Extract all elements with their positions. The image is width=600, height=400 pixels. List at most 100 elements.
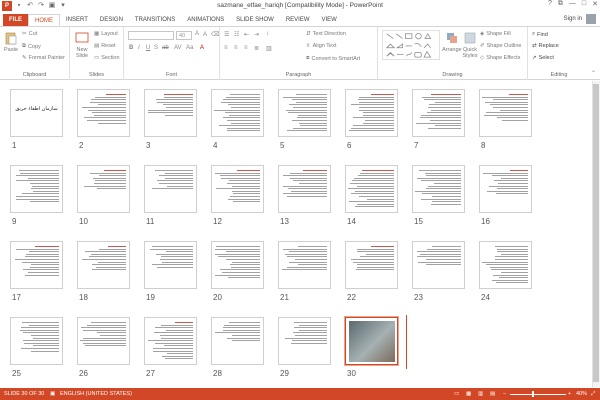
- grow-font-icon[interactable]: A: [195, 31, 199, 37]
- align-left-icon[interactable]: ≡: [224, 45, 228, 51]
- increase-indent-icon[interactable]: ⇥: [254, 31, 259, 38]
- columns-icon[interactable]: ▥: [266, 45, 272, 52]
- shrink-font-icon[interactable]: A: [203, 32, 207, 38]
- tab-insert[interactable]: INSERT: [60, 14, 94, 26]
- text-direction-button[interactable]: ⇵ Text Direction: [306, 31, 346, 37]
- tab-design[interactable]: DESIGN: [94, 14, 129, 26]
- strikethrough-icon[interactable]: ab: [162, 45, 169, 51]
- bold-icon[interactable]: B: [129, 45, 133, 51]
- slide-thumbnail-29[interactable]: [278, 317, 331, 365]
- slide-thumbnail-17[interactable]: [10, 241, 63, 289]
- slide-thumbnail-12[interactable]: [211, 165, 264, 213]
- slide-thumbnail-15[interactable]: [412, 165, 465, 213]
- fit-slide-icon[interactable]: ⤢: [591, 391, 595, 398]
- slide-thumbnail-18[interactable]: [77, 241, 130, 289]
- change-case-icon[interactable]: Aa: [186, 45, 193, 51]
- close-icon[interactable]: ✕: [592, 0, 598, 8]
- font-name-input[interactable]: [128, 31, 174, 40]
- zoom-level[interactable]: 40%: [576, 391, 587, 397]
- minimize-icon[interactable]: —: [569, 0, 576, 8]
- reading-view-icon[interactable]: ▥: [478, 391, 483, 397]
- slide-thumbnail-20[interactable]: [211, 241, 264, 289]
- maximize-icon[interactable]: □: [582, 0, 586, 8]
- slide-thumbnail-21[interactable]: [278, 241, 331, 289]
- line-spacing-icon[interactable]: ↕: [266, 31, 269, 37]
- slide-thumbnail-10[interactable]: [77, 165, 130, 213]
- layout-button[interactable]: ▦ Layout: [94, 31, 118, 37]
- cut-button[interactable]: ✂ Cut: [22, 31, 37, 37]
- slide-thumbnail-22[interactable]: [345, 241, 398, 289]
- reset-button[interactable]: ▤ Reset: [94, 43, 116, 49]
- decrease-indent-icon[interactable]: ⇤: [244, 31, 249, 38]
- slide-sorter-view-icon[interactable]: ▦: [466, 391, 471, 397]
- underline-icon[interactable]: U: [146, 45, 150, 51]
- help-icon[interactable]: ?: [548, 0, 552, 8]
- slide-thumbnail-11[interactable]: [144, 165, 197, 213]
- language-indicator[interactable]: ENGLISH (UNITED STATES): [60, 391, 132, 397]
- slide-thumbnail-5[interactable]: [278, 89, 331, 137]
- bullets-icon[interactable]: ☰: [224, 31, 229, 38]
- replace-button[interactable]: ⇄ Replace: [532, 43, 559, 49]
- slide-thumbnail-27[interactable]: [144, 317, 197, 365]
- font-size-input[interactable]: 40: [176, 31, 192, 40]
- format-painter-button[interactable]: ✎ Format Painter: [22, 55, 65, 61]
- slideshow-view-icon[interactable]: ▤: [490, 391, 495, 397]
- zoom-slider-thumb[interactable]: [532, 391, 535, 397]
- shape-outline-button[interactable]: ✐ Shape Outline: [480, 43, 521, 49]
- section-button[interactable]: ▭ Section: [94, 55, 120, 61]
- justify-icon[interactable]: ≣: [254, 45, 259, 52]
- slide-thumbnail-9[interactable]: [10, 165, 63, 213]
- shapes-gallery[interactable]: [382, 30, 440, 60]
- slide-thumbnail-3[interactable]: [144, 89, 197, 137]
- paste-button[interactable]: Paste: [4, 31, 18, 53]
- convert-smartart-button[interactable]: ⧈ Convert to SmartArt: [306, 55, 360, 62]
- slide-thumbnail-4[interactable]: [211, 89, 264, 137]
- slide-thumbnail-16[interactable]: [479, 165, 532, 213]
- copy-button[interactable]: ⧉ Copy: [22, 43, 41, 50]
- normal-view-icon[interactable]: ▭: [454, 391, 459, 397]
- collapse-ribbon-icon[interactable]: ⌃: [591, 70, 596, 77]
- zoom-in-icon[interactable]: +: [568, 391, 571, 397]
- slide-thumbnail-19[interactable]: [144, 241, 197, 289]
- find-button[interactable]: ⌕ Find: [532, 31, 548, 38]
- tab-review[interactable]: REVIEW: [280, 14, 316, 26]
- new-slide-button[interactable]: New Slide: [73, 31, 91, 59]
- zoom-out-icon[interactable]: −: [503, 391, 506, 397]
- font-color-icon[interactable]: A: [200, 45, 204, 51]
- char-spacing-icon[interactable]: AV: [174, 45, 182, 51]
- tab-home[interactable]: HOME: [28, 14, 60, 26]
- slide-thumbnail-13[interactable]: [278, 165, 331, 213]
- zoom-slider[interactable]: [510, 394, 566, 395]
- select-button[interactable]: ➚ Select: [532, 55, 554, 61]
- avatar[interactable]: [586, 14, 596, 24]
- spellcheck-icon[interactable]: ▣: [50, 391, 55, 397]
- slide-thumbnail-14[interactable]: [345, 165, 398, 213]
- slide-thumbnail-30[interactable]: [344, 316, 399, 366]
- slide-thumbnail-6[interactable]: [345, 89, 398, 137]
- tab-slide-show[interactable]: SLIDE SHOW: [230, 14, 280, 26]
- slide-thumbnail-25[interactable]: [10, 317, 63, 365]
- arrange-button[interactable]: Arrange: [442, 31, 462, 53]
- clear-format-icon[interactable]: ⌫: [211, 31, 219, 38]
- tab-view[interactable]: VIEW: [316, 14, 343, 26]
- align-right-icon[interactable]: ≡: [244, 45, 248, 51]
- numbering-icon[interactable]: ☷: [234, 31, 239, 38]
- slide-thumbnail-2[interactable]: [77, 89, 130, 137]
- align-text-button[interactable]: ⇳ Align Text: [306, 43, 336, 49]
- slide-thumbnail-7[interactable]: [412, 89, 465, 137]
- slide-thumbnail-1[interactable]: سازمان اطفاء حريق: [10, 89, 63, 137]
- scrollbar-thumb[interactable]: [593, 84, 599, 382]
- shape-fill-button[interactable]: ◈ Shape Fill: [480, 31, 511, 37]
- quick-styles-button[interactable]: Quick Styles: [462, 31, 478, 59]
- ribbon-display-icon[interactable]: ⧉: [558, 0, 563, 8]
- slide-thumbnail-8[interactable]: [479, 89, 532, 137]
- slide-thumbnail-26[interactable]: [77, 317, 130, 365]
- italic-icon[interactable]: I: [138, 45, 140, 51]
- align-center-icon[interactable]: ≡: [234, 45, 238, 51]
- slide-thumbnail-28[interactable]: [211, 317, 264, 365]
- sign-in-link[interactable]: Sign in: [564, 16, 582, 22]
- tab-transitions[interactable]: TRANSITIONS: [129, 14, 181, 26]
- shadow-icon[interactable]: S: [154, 45, 158, 51]
- tab-file[interactable]: FILE: [3, 14, 28, 26]
- slide-thumbnail-23[interactable]: [412, 241, 465, 289]
